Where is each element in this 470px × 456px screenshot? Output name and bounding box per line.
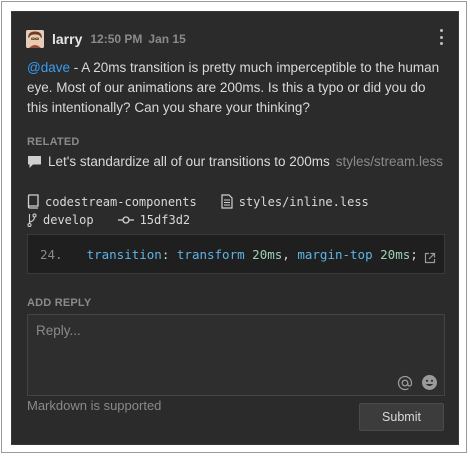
code-colon: : — [161, 247, 177, 262]
reply-box — [27, 314, 445, 396]
repo-icon — [27, 194, 39, 209]
markdown-note: Markdown is supported — [27, 398, 162, 413]
post-date: Jan 15 — [148, 32, 186, 46]
post-time: 12:50 PM — [90, 32, 143, 46]
emoji-icon[interactable] — [421, 374, 438, 391]
file-name[interactable]: styles/inline.less — [239, 195, 369, 209]
author-name[interactable]: larry — [52, 31, 82, 47]
kebab-menu-icon[interactable] — [438, 29, 444, 45]
add-reply-label: ADD REPLY — [27, 297, 92, 309]
code-line: 24. transition: transform 20ms, margin-to… — [40, 247, 418, 262]
branch-item: develop — [27, 213, 94, 227]
code-property: transition — [86, 247, 162, 262]
comment-icon — [27, 155, 42, 169]
at-sign-icon[interactable] — [397, 375, 413, 391]
post-header: larry 12:50 PM Jan 15 — [26, 28, 192, 50]
post-body: @dave - A 20ms transition is pretty much… — [27, 58, 447, 118]
git-commit-icon — [117, 215, 134, 225]
avatar[interactable] — [26, 30, 44, 48]
code-comma: , — [282, 247, 298, 262]
commit-item: 15df3d2 — [117, 213, 191, 227]
repo-item: codestream-components — [27, 194, 197, 209]
repo-row: codestream-components styles/inline.less — [27, 194, 393, 209]
mention-link[interactable]: @dave — [27, 60, 70, 75]
codemark-panel: larry 12:50 PM Jan 15 @dave - A 20ms tra… — [11, 11, 459, 445]
repo-name: codestream-components — [45, 194, 197, 209]
git-branch-icon — [27, 213, 37, 227]
code-value-transform: transform — [176, 247, 245, 262]
line-number: 24. — [40, 247, 63, 262]
reply-toolbar — [389, 374, 438, 391]
code-snippet: 24. transition: transform 20ms, margin-to… — [27, 234, 445, 274]
reply-input[interactable] — [28, 315, 444, 395]
post-text: - A 20ms transition is pretty much imper… — [27, 60, 440, 115]
code-value-duration: 20ms — [380, 247, 411, 262]
external-link-icon[interactable] — [424, 251, 436, 269]
branch-name: develop — [43, 213, 94, 227]
code-value-margin-top: margin-top — [297, 247, 373, 262]
related-label: RELATED — [27, 136, 80, 148]
code-semicolon: ; — [410, 247, 418, 262]
related-title[interactable]: Let's standardize all of our transitions… — [48, 154, 330, 169]
file-item[interactable]: styles/inline.less — [221, 194, 369, 209]
file-icon — [221, 194, 233, 209]
branch-row: develop 15df3d2 — [27, 213, 214, 227]
code-value-duration: 20ms — [252, 247, 283, 262]
commit-hash: 15df3d2 — [139, 213, 191, 227]
related-item[interactable]: Let's standardize all of our transitions… — [27, 154, 443, 169]
related-file[interactable]: styles/stream.less — [336, 154, 443, 169]
submit-button[interactable]: Submit — [359, 403, 444, 431]
